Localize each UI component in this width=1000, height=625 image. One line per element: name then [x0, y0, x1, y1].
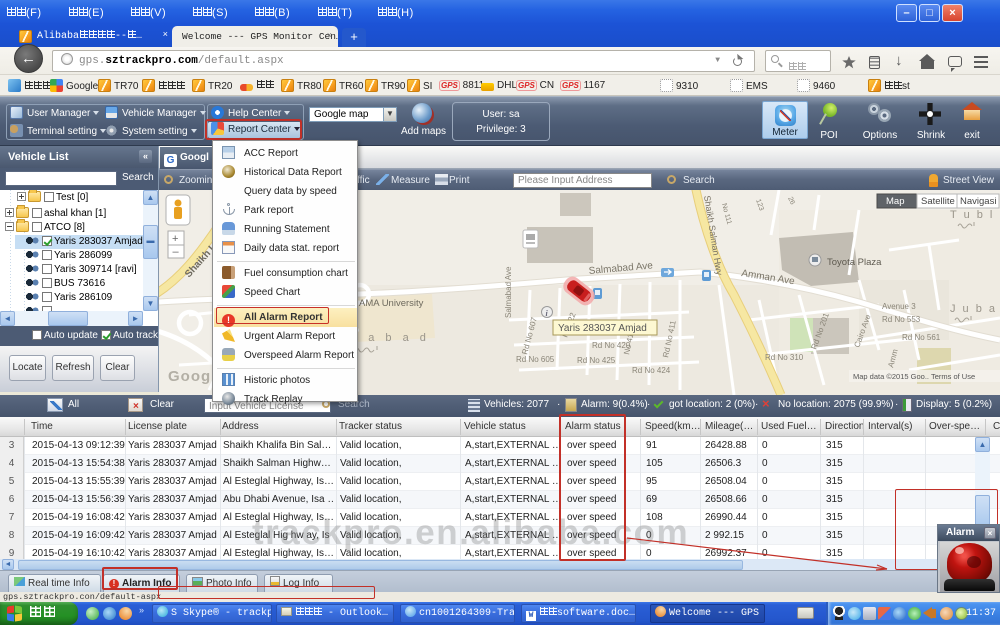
svg-text:Rd No 425: Rd No 425 [577, 356, 616, 365]
svg-text:Yaris 283037 Amjad: Yaris 283037 Amjad [558, 323, 647, 334]
svg-text:Salmabad Ave: Salmabad Ave [504, 266, 513, 318]
svg-text:+: + [172, 233, 178, 245]
svg-text:AMA University: AMA University [359, 298, 424, 309]
svg-text:Rd No 553: Rd No 553 [882, 315, 921, 324]
svg-text:m a b a d: m a b a d [348, 332, 430, 344]
svg-text:J u b a i l: J u b a i l [950, 303, 1000, 315]
svg-text:–: – [173, 246, 180, 258]
svg-text:Avenue 3: Avenue 3 [882, 302, 916, 311]
svg-text:Rd No 310: Rd No 310 [765, 353, 804, 362]
svg-text:Map data ©2015 Goo.. Terms of: Map data ©2015 Goo.. Terms of Use [853, 372, 975, 381]
svg-text:Satellite: Satellite [921, 196, 955, 207]
svg-text:Map: Map [886, 196, 904, 207]
svg-text:Rd No 561: Rd No 561 [902, 333, 941, 342]
svg-text:Navigasi: Navigasi [960, 196, 996, 207]
svg-text:T u b l i: T u b l i [950, 209, 1000, 221]
svg-text:Rd No 605: Rd No 605 [516, 355, 555, 364]
svg-text:Toyota Plaza: Toyota Plaza [827, 257, 882, 268]
svg-text:Rd No 424: Rd No 424 [632, 366, 671, 375]
